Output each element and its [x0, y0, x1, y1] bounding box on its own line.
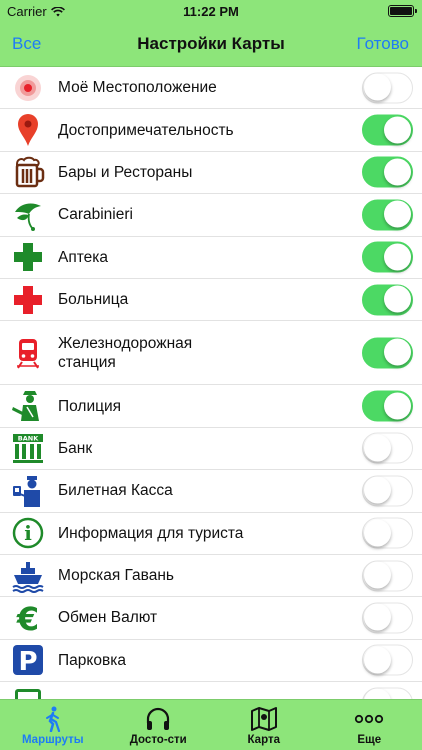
hospital-cross-icon — [10, 282, 46, 318]
toggle-bus[interactable] — [362, 687, 413, 699]
euro-icon-text: € — [16, 601, 39, 635]
item-label: Carabinieri — [58, 206, 133, 224]
my-location-icon — [10, 70, 46, 106]
item-label: Банк — [58, 439, 93, 457]
item-label: Обмен Валют — [58, 609, 158, 627]
item-label: Билетная Касса — [58, 482, 173, 500]
euro-icon: € — [10, 600, 46, 636]
tab-bar: Маршруты Досто-сти Карта Еще — [0, 699, 422, 750]
list-item-bus — [0, 682, 422, 699]
tab-routes[interactable]: Маршруты — [0, 700, 106, 750]
toggle-currency-exchange[interactable] — [362, 602, 413, 634]
list-item-tourist-info: i Информация для туриста — [0, 513, 422, 555]
item-label: Железнодорожная станция — [58, 334, 193, 371]
ship-icon — [10, 558, 46, 594]
toggle-tourist-info[interactable] — [362, 517, 413, 549]
list-item-pharmacy: Аптека — [0, 237, 422, 279]
map-icon — [249, 705, 279, 733]
toggle-harbor[interactable] — [362, 560, 413, 592]
list-item-ticket-office: Билетная Касса — [0, 470, 422, 513]
list-item-my-location: Моё Местоположение — [0, 67, 422, 110]
parking-icon-text: P — [18, 647, 37, 676]
toggle-police[interactable] — [362, 390, 413, 422]
tab-attractions[interactable]: Досто-сти — [106, 700, 212, 750]
toggle-bars[interactable] — [362, 156, 413, 188]
list-item-train-station: Железнодорожная станция — [0, 321, 422, 386]
battery-icon — [388, 5, 417, 17]
bus-icon — [10, 685, 46, 699]
toggle-my-location[interactable] — [362, 72, 413, 104]
list-item-police: Полиция — [0, 385, 422, 428]
item-label: Моё Местоположение — [58, 79, 217, 97]
item-label: Полиция — [58, 397, 122, 415]
toggle-landmark[interactable] — [362, 114, 413, 146]
train-icon — [10, 335, 46, 371]
list-item-carabinieri: Carabinieri — [0, 194, 422, 237]
list-item-bank: BANK Банк — [0, 428, 422, 471]
headphones-icon — [143, 705, 173, 733]
list-item-harbor: Морская Гавань — [0, 555, 422, 598]
bank-building-icon: BANK — [10, 430, 46, 466]
parking-icon: P — [10, 642, 46, 678]
toggle-parking[interactable] — [362, 644, 413, 676]
list-item-landmark: Достопримечательность — [0, 109, 422, 152]
police-officer-icon — [10, 388, 46, 424]
bank-icon-text: BANK — [18, 435, 39, 443]
carabinieri-plume-icon — [10, 197, 46, 233]
item-label: Достопримечательность — [58, 121, 234, 139]
tab-more[interactable]: Еще — [317, 700, 422, 750]
list-item-parking: P Парковка — [0, 640, 422, 683]
item-label: Аптека — [58, 248, 109, 266]
info-icon: i — [10, 515, 46, 551]
tab-label: Еще — [357, 734, 382, 746]
list-item-hospital: Больница — [0, 279, 422, 322]
toggle-bank[interactable] — [362, 432, 413, 464]
toggle-pharmacy[interactable] — [362, 241, 413, 273]
toggle-carabinieri[interactable] — [362, 199, 413, 231]
item-label: Бары и Рестораны — [58, 163, 193, 181]
status-bar: Carrier 11:22 PM — [0, 0, 422, 22]
info-icon-text: i — [24, 521, 32, 545]
list-item-currency-exchange: € Обмен Валют — [0, 597, 422, 640]
landmark-pin-icon — [10, 112, 46, 148]
tab-label: Досто-сти — [129, 734, 187, 746]
toggle-train-station[interactable] — [362, 337, 413, 369]
ticket-office-icon — [10, 473, 46, 509]
item-label: Морская Гавань — [58, 567, 174, 585]
toggle-ticket-office[interactable] — [362, 475, 413, 507]
navigation-bar: Все Настройки Карты Готово — [0, 22, 422, 67]
item-label: Информация для туриста — [58, 524, 244, 542]
tab-label: Карта — [247, 734, 280, 746]
tab-label: Маршруты — [21, 734, 84, 746]
beer-mug-icon — [10, 154, 46, 190]
pharmacy-cross-icon — [10, 239, 46, 275]
map-settings-list: Моё Местоположение Достопримечательность… — [0, 67, 422, 699]
item-label: Парковка — [58, 651, 126, 669]
more-dots-icon — [354, 705, 384, 733]
list-item-bars: Бары и Рестораны — [0, 152, 422, 195]
walking-person-icon — [38, 705, 68, 733]
clock: 11:22 PM — [183, 4, 239, 19]
done-button[interactable]: Готово — [357, 34, 410, 54]
tab-map[interactable]: Карта — [211, 700, 317, 750]
toggle-hospital[interactable] — [362, 284, 413, 316]
item-label: Больница — [58, 291, 129, 309]
